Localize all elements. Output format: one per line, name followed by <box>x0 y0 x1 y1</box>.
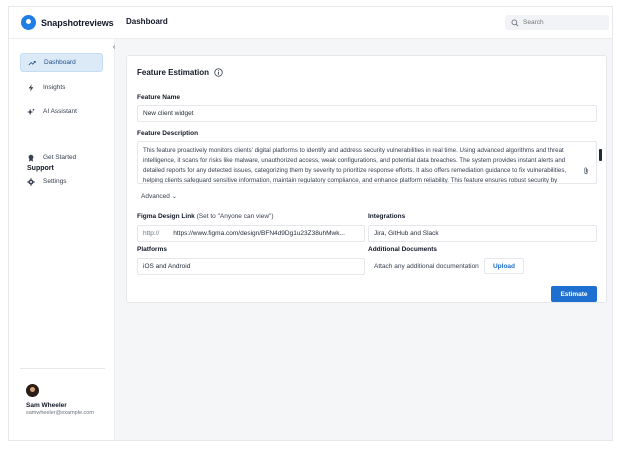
sidebar-item-label: Settings <box>43 178 67 185</box>
avatar[interactable] <box>26 384 39 397</box>
integrations-label: Integrations <box>368 213 406 220</box>
sidebar-item-label: Get Started <box>43 154 77 161</box>
paperclip-icon[interactable] <box>582 167 590 175</box>
feature-estimation-card: Feature Estimation Feature Name New clie… <box>126 55 607 303</box>
integrations-input[interactable]: Jira, GitHub and Slack <box>368 225 597 242</box>
logo-text: Snapshotreviews <box>41 17 114 28</box>
gear-icon <box>27 177 35 186</box>
sidebar-item-insights[interactable]: Insights <box>20 78 103 97</box>
app-window: Snapshotreviews Dashboard Dashboard Insi… <box>8 6 613 441</box>
logo-icon <box>21 15 36 30</box>
sidebar-item-ai-assistant[interactable]: AI Assistant <box>20 102 103 121</box>
attach-docs-text: Attach any additional documentation <box>374 263 479 270</box>
search-icon <box>511 19 519 27</box>
platforms-label: Platforms <box>137 246 167 253</box>
card-title: Feature Estimation <box>137 68 223 77</box>
sidebar-divider <box>20 368 105 369</box>
collapse-sidebar-button[interactable]: ‹ <box>109 42 119 52</box>
additional-docs-label: Additional Documents <box>368 246 437 253</box>
textarea-scrollbar[interactable] <box>599 149 602 161</box>
figma-link-value: https://www.figma.com/design/BFN4d9Dg1u2… <box>173 230 345 237</box>
sidebar-item-settings[interactable]: Settings <box>20 172 103 191</box>
advanced-toggle[interactable]: Advanced ⌄ <box>141 193 177 200</box>
lightning-icon <box>28 83 34 92</box>
integrations-value: Jira, GitHub and Slack <box>374 230 439 237</box>
url-prefix: http:// <box>143 230 160 237</box>
estimate-button[interactable]: Estimate <box>551 286 597 302</box>
user-email: samwheeler@example.com <box>26 410 94 416</box>
feature-name-input[interactable]: New client widget <box>137 105 597 122</box>
upload-button[interactable]: Upload <box>484 258 524 274</box>
sidebar-item-label: AI Assistant <box>43 108 77 115</box>
figma-link-input[interactable]: http:// https://www.figma.com/design/BFN… <box>137 225 365 242</box>
sidebar-item-get-started[interactable]: Get Started <box>20 148 103 167</box>
feature-name-value: New client widget <box>143 110 194 117</box>
chevron-down-icon: ⌄ <box>171 194 177 200</box>
sidebar-item-label: Insights <box>43 84 66 91</box>
sidebar-item-dashboard[interactable]: Dashboard <box>20 53 103 72</box>
search-box[interactable] <box>505 15 609 30</box>
sidebar: Dashboard Insights AI Assistant Support … <box>9 39 115 440</box>
card-title-text: Feature Estimation <box>137 68 210 77</box>
advanced-label: Advanced <box>141 193 170 200</box>
feature-description-label: Feature Description <box>137 130 199 137</box>
figma-link-label-text: Figma Design Link <box>137 213 195 220</box>
figma-link-hint: (Set to "Anyone can view") <box>196 213 274 220</box>
info-icon[interactable] <box>214 68 223 77</box>
search-input[interactable] <box>523 19 603 26</box>
logo[interactable]: Snapshotreviews <box>21 15 114 30</box>
feature-name-label: Feature Name <box>137 94 180 101</box>
user-name: Sam Wheeler <box>26 402 67 409</box>
platforms-input[interactable]: iOS and Android <box>137 258 365 275</box>
trending-up-icon <box>28 60 36 65</box>
page-title: Dashboard <box>126 17 168 26</box>
feature-description-textarea[interactable]: This feature proactively monitors client… <box>137 141 597 184</box>
badge-icon <box>28 154 34 162</box>
platforms-value: iOS and Android <box>143 263 191 270</box>
sidebar-item-label: Dashboard <box>44 59 76 66</box>
top-bar: Snapshotreviews Dashboard <box>9 7 612 39</box>
sparkles-icon <box>27 107 35 115</box>
figma-link-label: Figma Design Link (Set to "Anyone can vi… <box>137 213 273 220</box>
chevron-left-icon: ‹ <box>112 43 116 51</box>
